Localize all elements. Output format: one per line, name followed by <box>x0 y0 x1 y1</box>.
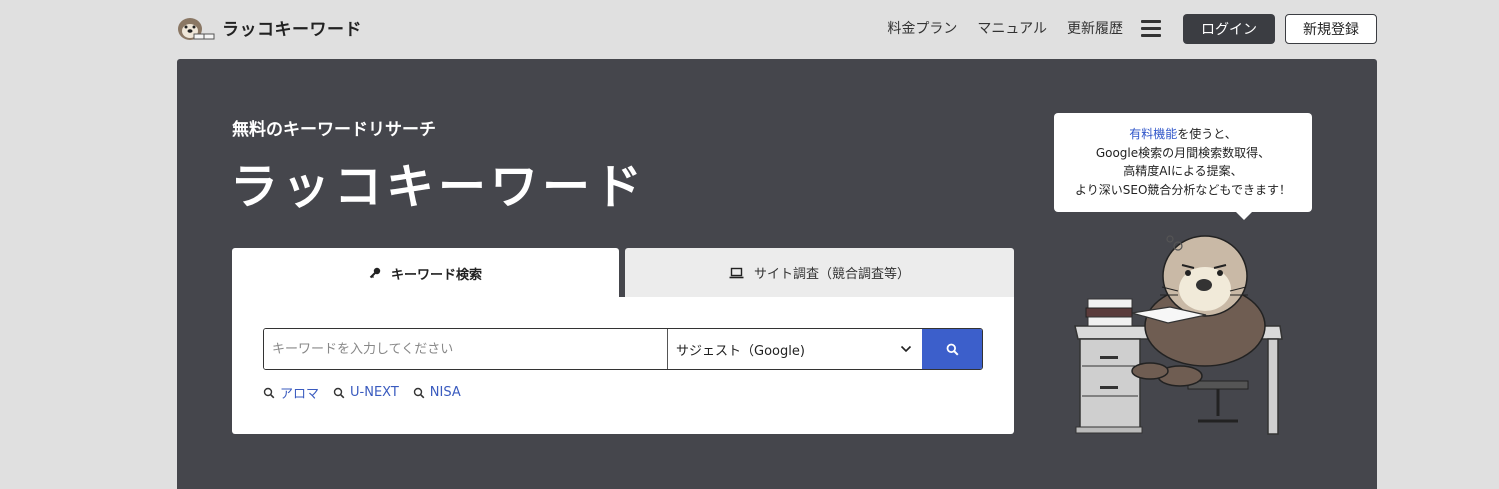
logo-text: ラッコキーワード <box>222 19 362 40</box>
tab-site-research[interactable]: サイト調査（競合調査等） <box>625 248 1014 297</box>
key-icon <box>369 267 381 279</box>
bubble-line-3: 高精度AIによる提案、 <box>1123 164 1243 178</box>
nav-manual[interactable]: マニュアル <box>977 14 1047 44</box>
register-button[interactable]: 新規登録 <box>1285 14 1377 44</box>
otter-logo-icon <box>178 18 215 40</box>
nav-changelog[interactable]: 更新履歴 <box>1067 14 1123 44</box>
chevron-down-icon <box>900 345 912 353</box>
tab-keyword-search[interactable]: キーワード検索 <box>232 248 619 298</box>
login-button[interactable]: ログイン <box>1183 14 1275 44</box>
site-logo[interactable]: ラッコキーワード <box>176 12 362 42</box>
suggested-keywords: アロマ U-NEXT NISA <box>263 383 461 402</box>
search-button[interactable] <box>922 329 982 369</box>
search-source-value: サジェスト（Google) <box>676 343 805 359</box>
paid-features-link[interactable]: 有料機能 <box>1129 127 1177 141</box>
site-header: ラッコキーワード 料金プラン マニュアル 更新履歴 ログイン 新規登録 <box>0 0 1499 58</box>
suggested-keyword-text: U-NEXT <box>350 385 399 400</box>
hero-section: 無料のキーワードリサーチ ラッコキーワード キーワード検索 サイト調査（競合調査… <box>177 59 1377 489</box>
nav-pricing[interactable]: 料金プラン <box>887 14 957 44</box>
suggested-keyword-link[interactable]: アロマ <box>263 383 319 402</box>
bubble-line-2: Google検索の月間検索数取得、 <box>1095 145 1271 160</box>
hero-title: ラッコキーワード <box>230 159 647 215</box>
search-card: サジェスト（Google) アロマ <box>232 297 1014 434</box>
search-icon <box>413 387 425 398</box>
suggested-keyword-text: アロマ <box>280 387 320 402</box>
search-icon <box>333 387 345 398</box>
tab-keyword-search-label: キーワード検索 <box>390 267 482 283</box>
main-nav: 料金プラン マニュアル 更新履歴 ログイン 新規登録 <box>887 14 1377 44</box>
search-icon <box>946 343 959 356</box>
bubble-line-4: より深いSEO競合分析などもできます！ <box>1075 182 1291 197</box>
bubble-line-1: 有料機能を使うと、 <box>1054 125 1312 144</box>
hero-subtitle: 無料のキーワードリサーチ <box>232 120 436 140</box>
laptop-icon <box>729 267 744 279</box>
hamburger-icon[interactable] <box>1141 20 1161 38</box>
search-tabs: キーワード検索 サイト調査（競合調査等） <box>232 248 1014 298</box>
suggested-keyword-link[interactable]: NISA <box>413 383 461 402</box>
keyword-search-input[interactable] <box>264 329 668 369</box>
paid-features-bubble: 有料機能を使うと、 Google検索の月間検索数取得、 高精度AIによる提案、 … <box>1054 113 1312 220</box>
suggested-keyword-text: NISA <box>429 385 461 400</box>
otter-at-desk-illustration <box>1074 235 1283 435</box>
bubble-text: を使うと、 <box>1177 127 1237 141</box>
suggested-keyword-link[interactable]: U-NEXT <box>333 383 399 402</box>
search-icon <box>263 387 275 398</box>
search-source-select[interactable]: サジェスト（Google) <box>668 329 922 369</box>
tab-site-research-label: サイト調査（競合調査等） <box>753 267 910 282</box>
search-form: サジェスト（Google) <box>263 328 983 370</box>
